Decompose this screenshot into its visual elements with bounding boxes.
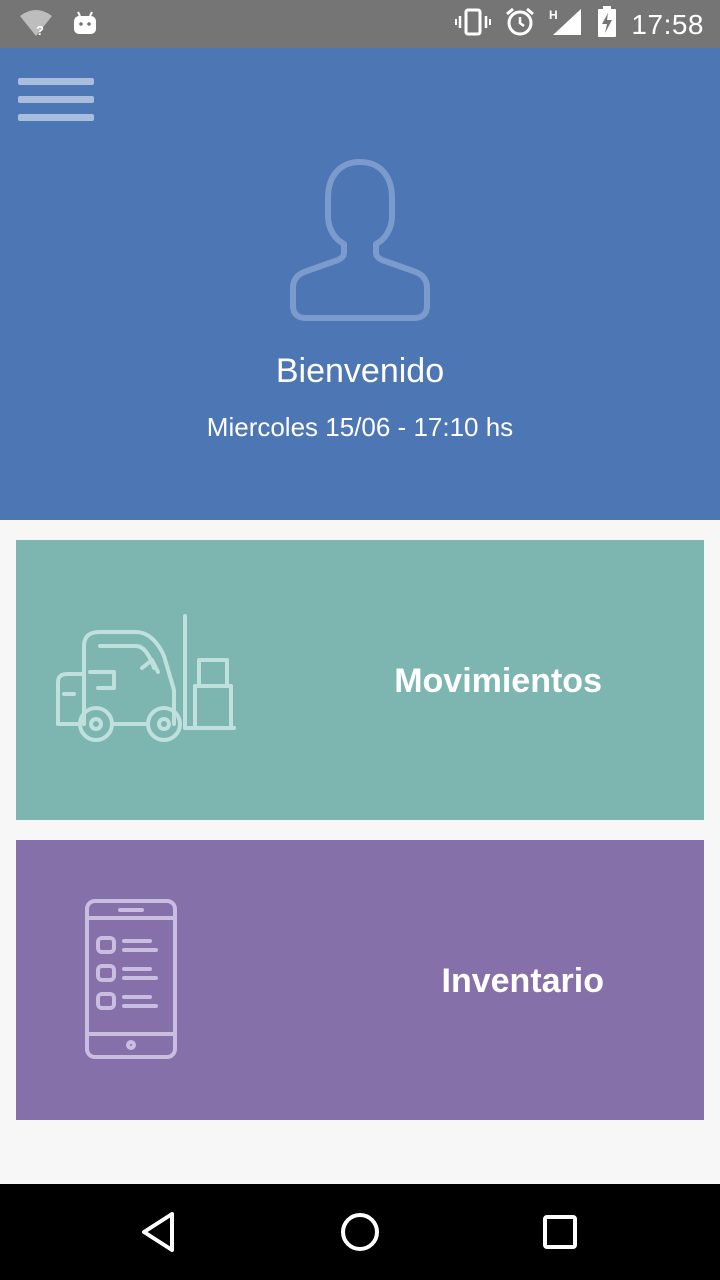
profile-header: Bienvenido Miercoles 15/06 - 17:10 hs bbox=[0, 48, 720, 520]
signal-h-icon: H bbox=[549, 7, 583, 42]
inventario-card[interactable]: Inventario bbox=[16, 840, 704, 1120]
recents-icon[interactable] bbox=[536, 1208, 584, 1256]
navigation-bar bbox=[0, 1184, 720, 1280]
date-time-text: Miercoles 15/06 - 17:10 hs bbox=[206, 412, 514, 442]
inventario-label: Inventario bbox=[441, 962, 604, 1000]
battery-charging-icon bbox=[597, 6, 617, 43]
alarm-icon bbox=[505, 7, 535, 42]
status-bar: ? H 17:58 bbox=[0, 0, 720, 48]
welcome-text: Bienvenido bbox=[275, 352, 445, 390]
wifi-unknown-icon: ? bbox=[18, 8, 54, 43]
android-icon bbox=[72, 10, 98, 41]
svg-text:H: H bbox=[549, 8, 558, 22]
forklift-icon bbox=[54, 612, 240, 748]
movimientos-label: Movimientos bbox=[394, 662, 602, 700]
home-icon[interactable] bbox=[336, 1208, 384, 1256]
movimientos-card[interactable]: Movimientos bbox=[16, 540, 704, 820]
svg-text:?: ? bbox=[36, 23, 44, 38]
back-icon[interactable] bbox=[136, 1208, 184, 1256]
phone-checklist-icon bbox=[84, 898, 180, 1062]
user-avatar-icon bbox=[290, 158, 430, 323]
hamburger-menu-icon[interactable] bbox=[16, 74, 96, 132]
vibrate-icon bbox=[455, 7, 492, 42]
status-clock: 17:58 bbox=[631, 8, 704, 40]
